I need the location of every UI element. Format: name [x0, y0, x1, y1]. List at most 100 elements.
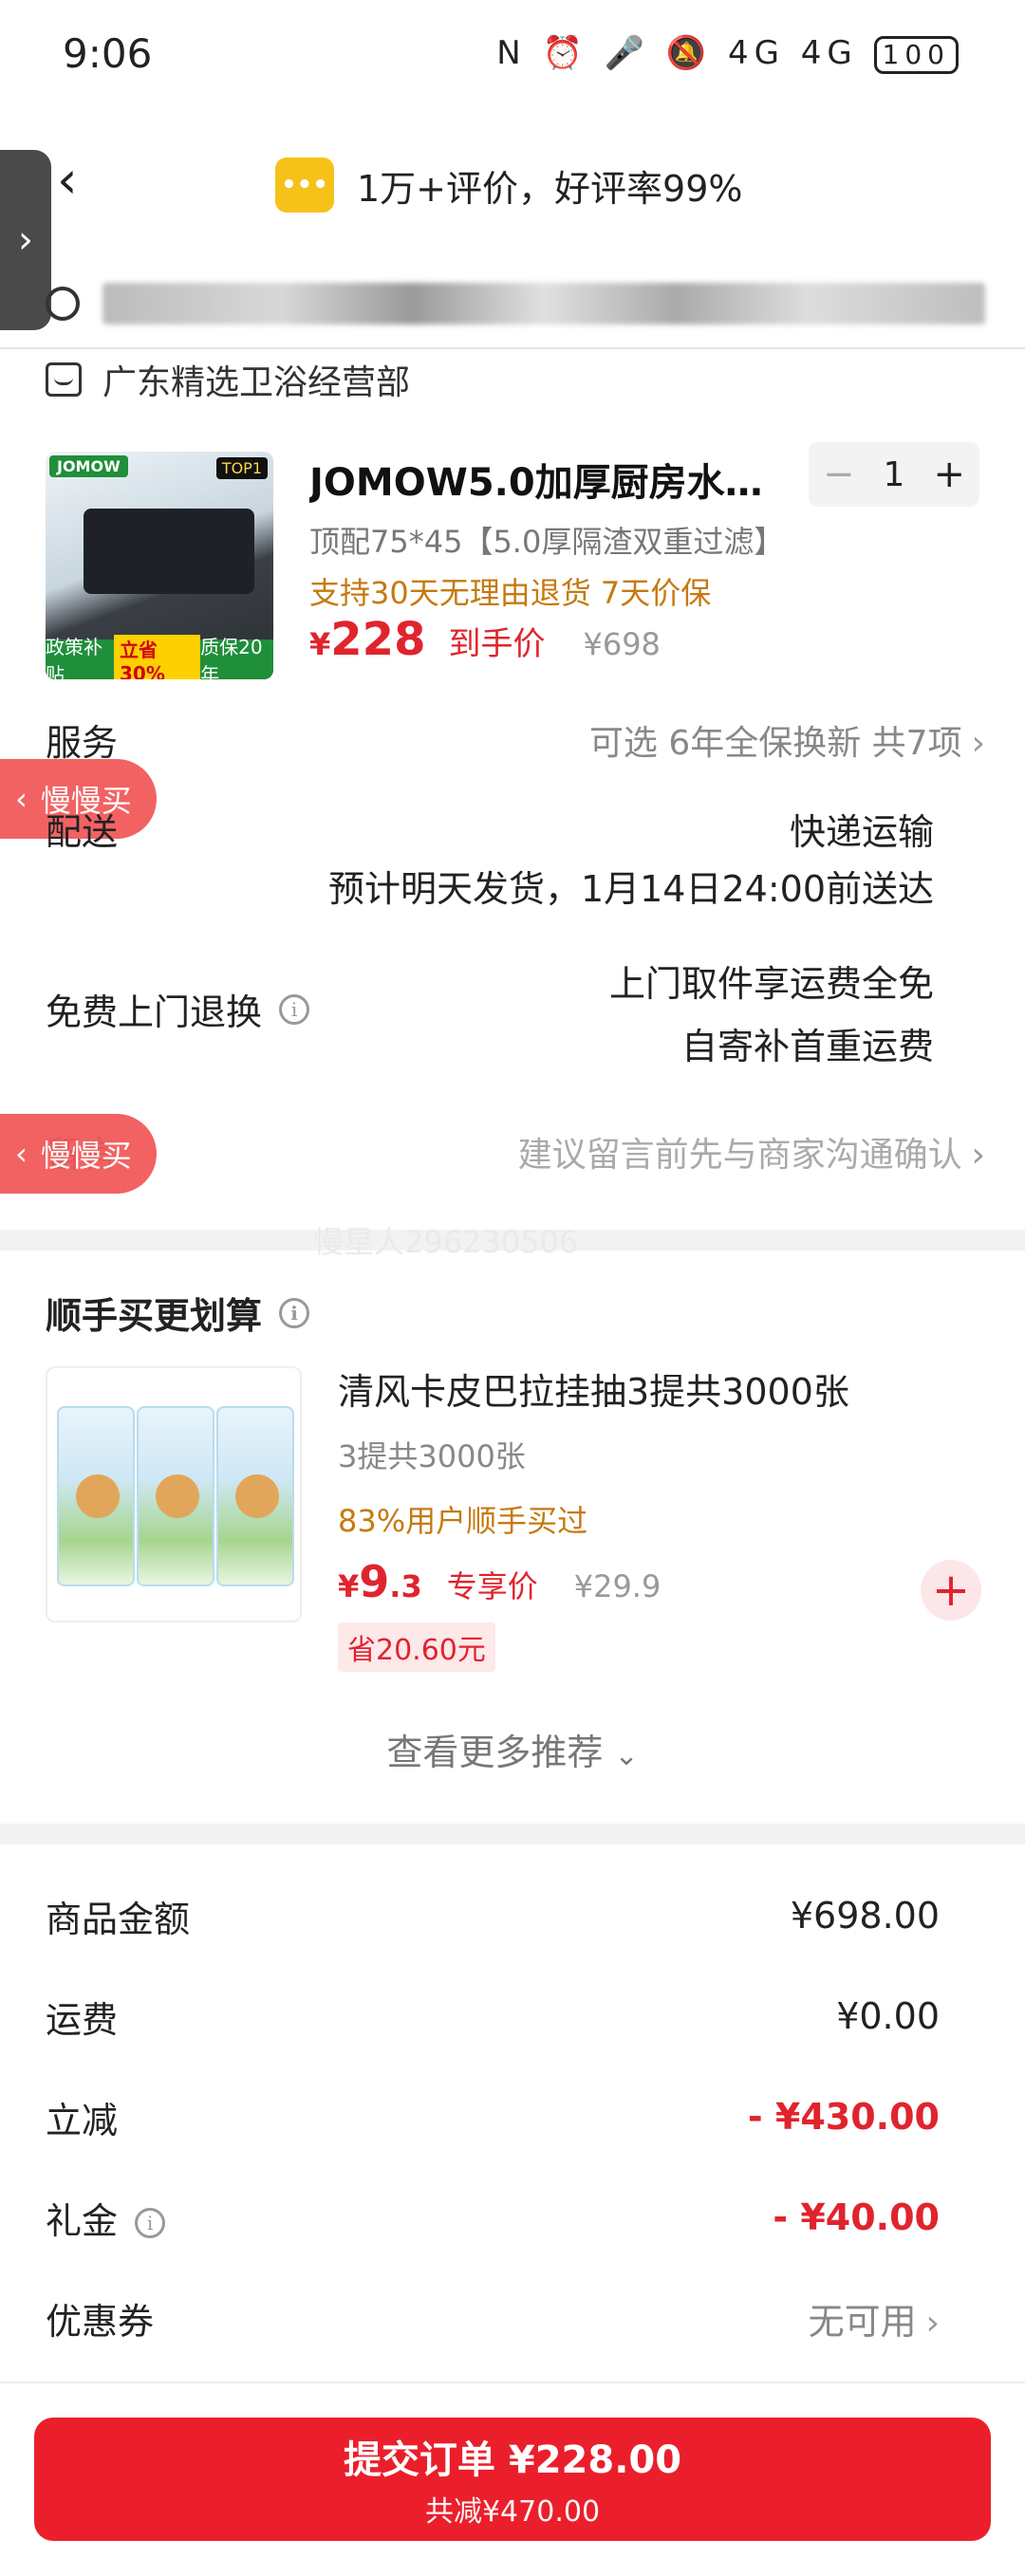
chevron-left-icon: ‹ — [15, 781, 28, 817]
product-image-badge: 政策补贴 立省30% 质保20年 — [46, 634, 273, 679]
plus-icon: + — [931, 1564, 971, 1617]
recommend-save-badge: 省20.60元 — [338, 1622, 495, 1672]
service-value-text: 可选 6年全保换新 共7项 — [588, 723, 962, 763]
note-value-text: 建议留言前先与商家沟通确认 — [517, 1135, 962, 1175]
goods-amount-row: 商品金额 ¥698.00 — [46, 1882, 940, 1949]
recommend-product-image[interactable] — [46, 1366, 302, 1622]
coupon-value: 无可用 — [808, 2300, 917, 2343]
goods-amount-label: 商品金额 — [46, 1898, 191, 1940]
tissue-pack-illustration — [137, 1406, 214, 1586]
increment-button[interactable]: + — [933, 453, 965, 496]
chevron-right-icon: › — [971, 1135, 985, 1175]
original-price: ¥698 — [583, 626, 661, 662]
goods-amount-value: ¥698.00 — [790, 1895, 940, 1937]
delivery-label-wrap: 配送 — [46, 803, 118, 855]
note-row[interactable]: 留言 建议留言前先与商家沟通确认› — [46, 1125, 985, 1177]
decrement-button[interactable]: − — [823, 453, 855, 496]
chevron-left-icon: ‹ — [15, 1136, 28, 1172]
gift-label-wrap: 礼金 i — [46, 2192, 166, 2244]
discount-value: - ¥430.00 — [747, 2096, 940, 2138]
recommend-bought-rate: 83%用户顺手买过 — [338, 1503, 588, 1539]
address-blurred — [102, 283, 985, 324]
float-tag-label: 慢慢买 — [40, 1138, 132, 1174]
price-label: 到手价 — [448, 625, 546, 663]
shipping-label: 运费 — [46, 1998, 119, 2041]
manmanmai-float-tag-2[interactable]: ‹ 慢慢买 — [0, 1114, 157, 1194]
service-label: 服务 — [46, 722, 119, 764]
see-more-label: 查看更多推荐 — [386, 1732, 604, 1773]
delivery-label: 配送 — [46, 811, 119, 853]
info-icon[interactable]: i — [279, 1297, 310, 1328]
section-divider — [0, 1824, 1025, 1844]
badge-right-text: 质保20年 — [200, 636, 263, 679]
quantity-value[interactable]: 1 — [884, 455, 905, 494]
return-label-wrap: 免费上门退换 i — [46, 983, 310, 1035]
delivery-method[interactable]: 快递运输 — [790, 803, 934, 855]
submit-order-savings: 共减¥470.00 — [424, 2495, 601, 2529]
shipping-row: 运费 ¥0.00 — [46, 1983, 940, 2049]
gift-label: 礼金 — [46, 2199, 119, 2242]
location-pin-icon — [46, 287, 80, 321]
product-image[interactable]: JOMOW TOP1 政策补贴 立省30% 质保20年 — [46, 452, 273, 679]
price-currency: ¥ — [338, 1568, 360, 1604]
watermark-text: 慢星人296230506 — [313, 1224, 579, 1260]
coupon-row[interactable]: 优惠券 无可用 › — [46, 2285, 940, 2351]
shop-row[interactable]: 广东精选卫浴经营部 — [46, 353, 410, 406]
coupon-value-wrap: 无可用 › — [809, 2292, 940, 2344]
divider — [0, 347, 1025, 349]
coupon-label: 优惠券 — [46, 2300, 155, 2343]
recommend-header: 顺手买更划算 i — [46, 1287, 310, 1339]
shop-name: 广东精选卫浴经营部 — [102, 363, 411, 402]
price-currency: ¥ — [309, 626, 331, 662]
address-row[interactable] — [46, 275, 985, 332]
chevron-left-icon: ‹ — [57, 150, 78, 210]
status-indicator-icons: N ⏰ 🎤 🔕 4G 4G — [496, 34, 858, 72]
recommend-header-text: 顺手买更划算 — [46, 1295, 263, 1337]
header-title: ••• 1万+评价，好评率99% — [275, 152, 742, 218]
return-label: 免费上门退换 — [46, 991, 263, 1033]
header-title-text: 1万+评价，好评率99% — [357, 167, 743, 210]
gift-value: - ¥40.00 — [773, 2196, 940, 2238]
delivery-eta: 预计明天发货，1月14日24:00前送达 — [327, 868, 934, 910]
bottom-bar: 提交订单 ¥228.00 共减¥470.00 — [0, 2381, 1025, 2576]
sink-illustration — [84, 509, 254, 594]
chevron-right-icon: › — [925, 2303, 940, 2343]
recommend-price-row: ¥ 9 .3 专享价 ¥29.9 — [338, 1556, 661, 1607]
product-image-brand: JOMOW — [49, 455, 128, 477]
add-recommend-button[interactable]: + — [921, 1560, 981, 1621]
back-button[interactable]: ‹ — [57, 152, 95, 209]
submit-order-button[interactable]: 提交订单 ¥228.00 共减¥470.00 — [34, 2418, 991, 2541]
badge-left-text: 政策补贴 — [46, 636, 102, 679]
page-header: ‹ ••• 1万+评价，好评率99% — [0, 133, 1025, 237]
service-value: 可选 6年全保换新 共7项 › — [589, 715, 985, 765]
tissue-pack-illustration — [216, 1406, 294, 1586]
recommend-price-label: 专享价 — [446, 1568, 538, 1604]
gift-row: 礼金 i - ¥40.00 — [46, 2184, 940, 2251]
tissue-pack-illustration — [57, 1406, 135, 1586]
status-icons: N ⏰ 🎤 🔕 4G 4G 100 — [496, 34, 959, 74]
see-more-recommendations[interactable]: 查看更多推荐 ⌄ — [0, 1723, 1025, 1775]
return-line-2: 自寄补首重运费 — [680, 1026, 934, 1067]
service-row[interactable]: 服务 可选 6年全保换新 共7项 › — [46, 713, 985, 766]
product-promo: 支持30天无理由退货 7天价保 — [309, 575, 712, 611]
product-price: 228 — [330, 613, 426, 666]
status-time: 9:06 — [63, 30, 153, 77]
product-title[interactable]: JOMOW5.0加厚厨房水… — [309, 452, 784, 507]
status-bar: 9:06 N ⏰ 🎤 🔕 4G 4G 100 — [0, 0, 1025, 123]
return-line-1: 上门取件享运费全免 — [608, 963, 934, 1005]
recommend-spec: 3提共3000张 — [338, 1438, 526, 1474]
badge-highlight-text: 立省30% — [114, 634, 201, 679]
quantity-stepper: − 1 + — [809, 442, 979, 507]
battery-icon: 100 — [873, 36, 959, 74]
recommend-price-int: 9 — [359, 1556, 390, 1607]
product-spec[interactable]: 顶配75*45【5.0厚隔渣双重过滤】 — [309, 518, 784, 562]
info-icon[interactable]: i — [135, 2208, 166, 2238]
chevron-down-icon: ⌄ — [614, 1739, 639, 1772]
recommend-price-dec: .3 — [389, 1568, 422, 1604]
recommend-title[interactable]: 清风卡皮巴拉挂抽3提共3000张 — [338, 1362, 849, 1415]
note-value: 建议留言前先与商家沟通确认 › — [518, 1127, 985, 1177]
recommend-original-price: ¥29.9 — [573, 1568, 662, 1604]
product-image-top-badge: TOP1 — [215, 457, 268, 479]
chat-bubble-icon: ••• — [275, 158, 334, 213]
info-icon[interactable]: i — [279, 993, 310, 1025]
